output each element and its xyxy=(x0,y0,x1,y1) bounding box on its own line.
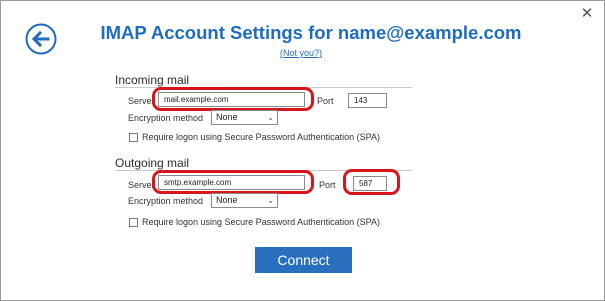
incoming-encryption-select[interactable]: None ⌄ xyxy=(211,110,278,125)
incoming-server-label: Server xyxy=(128,96,155,106)
incoming-port-label: Port xyxy=(317,96,334,106)
page-title: IMAP Account Settings for name@example.c… xyxy=(100,22,522,43)
back-button[interactable] xyxy=(25,23,57,55)
back-arrow-icon xyxy=(25,23,57,55)
incoming-divider xyxy=(115,87,412,88)
connect-button[interactable]: Connect xyxy=(255,247,352,273)
outgoing-divider xyxy=(115,170,412,171)
incoming-spa-checkbox[interactable] xyxy=(129,133,138,142)
outgoing-port-label: Port xyxy=(319,180,336,190)
outgoing-server-input[interactable]: smtp.example.com xyxy=(158,175,305,190)
outgoing-spa-checkbox[interactable] xyxy=(129,218,138,227)
incoming-encryption-label: Encryption method xyxy=(128,113,204,123)
incoming-mail-heading: Incoming mail xyxy=(115,73,190,87)
not-you-link[interactable]: (Not you?) xyxy=(251,48,351,58)
incoming-port-input[interactable]: 143 xyxy=(348,93,387,108)
outgoing-server-label: Server xyxy=(128,180,155,190)
chevron-down-icon: ⌄ xyxy=(267,113,274,122)
close-button[interactable]: ✕ xyxy=(577,5,597,23)
outgoing-encryption-select[interactable]: None ⌄ xyxy=(211,193,278,208)
chevron-down-icon: ⌄ xyxy=(267,196,274,205)
outgoing-mail-heading: Outgoing mail xyxy=(115,156,190,170)
incoming-server-input[interactable]: mail.example.com xyxy=(158,92,305,107)
incoming-spa-label: Require logon using Secure Password Auth… xyxy=(142,132,380,142)
incoming-encryption-value: None xyxy=(216,112,238,122)
close-icon: ✕ xyxy=(580,5,594,22)
outgoing-encryption-value: None xyxy=(216,195,238,205)
outgoing-port-input[interactable]: 587 xyxy=(353,176,387,191)
outgoing-encryption-label: Encryption method xyxy=(128,196,204,206)
outgoing-spa-label: Require logon using Secure Password Auth… xyxy=(142,217,380,227)
imap-settings-dialog: ✕ IMAP Account Settings for name@example… xyxy=(0,0,605,301)
